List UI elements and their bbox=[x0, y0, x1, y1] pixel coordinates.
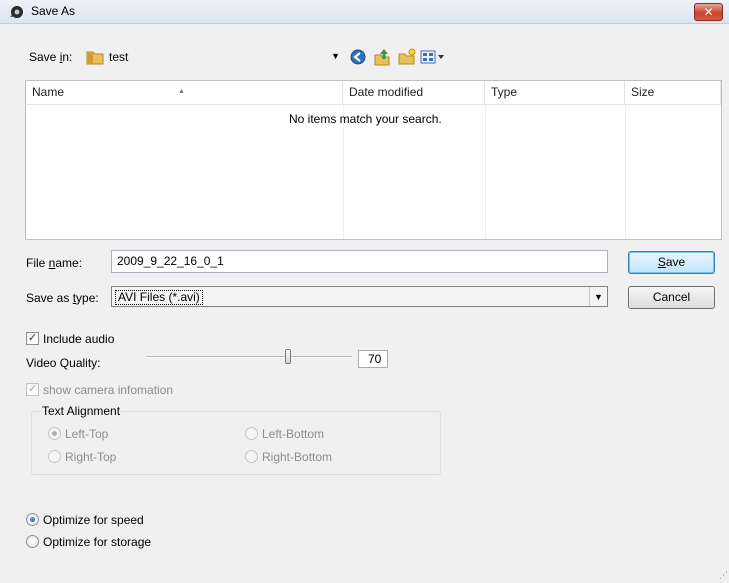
column-header-name[interactable]: Name ▲ bbox=[26, 81, 343, 105]
folder-icon bbox=[86, 51, 104, 65]
radio-right-bottom-label: Right-Bottom bbox=[262, 450, 333, 464]
column-header-size[interactable]: Size bbox=[625, 81, 721, 105]
save-button[interactable]: Save bbox=[628, 251, 715, 274]
save-in-value: test bbox=[109, 50, 129, 64]
radio-left-top-label: Left-Top bbox=[65, 427, 109, 441]
chevron-down-icon: ▼ bbox=[331, 51, 340, 61]
back-icon[interactable] bbox=[348, 47, 368, 67]
video-quality-slider[interactable] bbox=[146, 356, 352, 358]
column-header-type[interactable]: Type bbox=[485, 81, 625, 105]
show-camera-checkbox[interactable]: ✓ bbox=[26, 383, 39, 396]
cancel-button[interactable]: Cancel bbox=[628, 286, 715, 309]
save-as-type-label: Save as type: bbox=[26, 291, 99, 305]
radio-optimize-speed-label: Optimize for speed bbox=[43, 513, 144, 527]
window-title: Save As bbox=[31, 4, 76, 18]
title-bar[interactable]: Save As ✕ bbox=[0, 0, 729, 24]
radio-right-top-label: Right-Top bbox=[65, 450, 117, 464]
radio-optimize-storage[interactable] bbox=[26, 535, 39, 548]
file-name-input[interactable]: 2009_9_22_16_0_1 bbox=[111, 250, 608, 273]
column-divider bbox=[485, 105, 486, 239]
video-quality-value: 70 bbox=[358, 350, 388, 368]
text-alignment-title: Text Alignment bbox=[41, 404, 122, 418]
close-button[interactable]: ✕ bbox=[694, 3, 723, 21]
save-as-type-value: AVI Files (*.avi) bbox=[115, 290, 203, 305]
save-in-label: Save in: bbox=[29, 50, 73, 64]
radio-optimize-speed[interactable] bbox=[26, 513, 39, 526]
file-list[interactable]: Name ▲ Date modified Type Size No items … bbox=[25, 80, 722, 240]
radio-right-bottom[interactable] bbox=[245, 450, 258, 463]
camera-icon bbox=[10, 6, 23, 18]
radio-left-bottom-label: Left-Bottom bbox=[262, 427, 325, 441]
file-name-label: File name: bbox=[26, 256, 83, 270]
empty-message: No items match your search. bbox=[289, 112, 442, 126]
text-alignment-group bbox=[31, 411, 441, 475]
include-audio-checkbox[interactable]: ✓ bbox=[26, 332, 39, 345]
sort-arrow-icon: ▲ bbox=[178, 88, 185, 95]
up-folder-icon[interactable] bbox=[372, 47, 392, 67]
include-audio-label: Include audio bbox=[43, 332, 115, 346]
column-divider bbox=[625, 105, 626, 239]
resize-grip-icon[interactable]: ⋰ bbox=[719, 570, 728, 581]
radio-left-top[interactable] bbox=[48, 427, 61, 440]
video-quality-label: Video Quality: bbox=[26, 356, 101, 370]
column-header-date-modified[interactable]: Date modified bbox=[343, 81, 485, 105]
new-folder-icon[interactable] bbox=[397, 47, 417, 67]
radio-right-top[interactable] bbox=[48, 450, 61, 463]
save-as-type-dropdown[interactable]: AVI Files (*.avi) ▼ bbox=[111, 286, 608, 307]
views-menu-icon[interactable] bbox=[420, 47, 446, 67]
chevron-down-icon: ▼ bbox=[589, 287, 607, 306]
radio-optimize-storage-label: Optimize for storage bbox=[43, 535, 152, 549]
save-in-dropdown[interactable]: test ▼ bbox=[82, 45, 342, 69]
save-as-dialog: Save As ✕ Save in: test ▼ Name ▲ Date mo… bbox=[0, 0, 729, 583]
radio-left-bottom[interactable] bbox=[245, 427, 258, 440]
slider-thumb[interactable] bbox=[285, 349, 291, 364]
show-camera-label: show camera infomation bbox=[43, 383, 174, 397]
